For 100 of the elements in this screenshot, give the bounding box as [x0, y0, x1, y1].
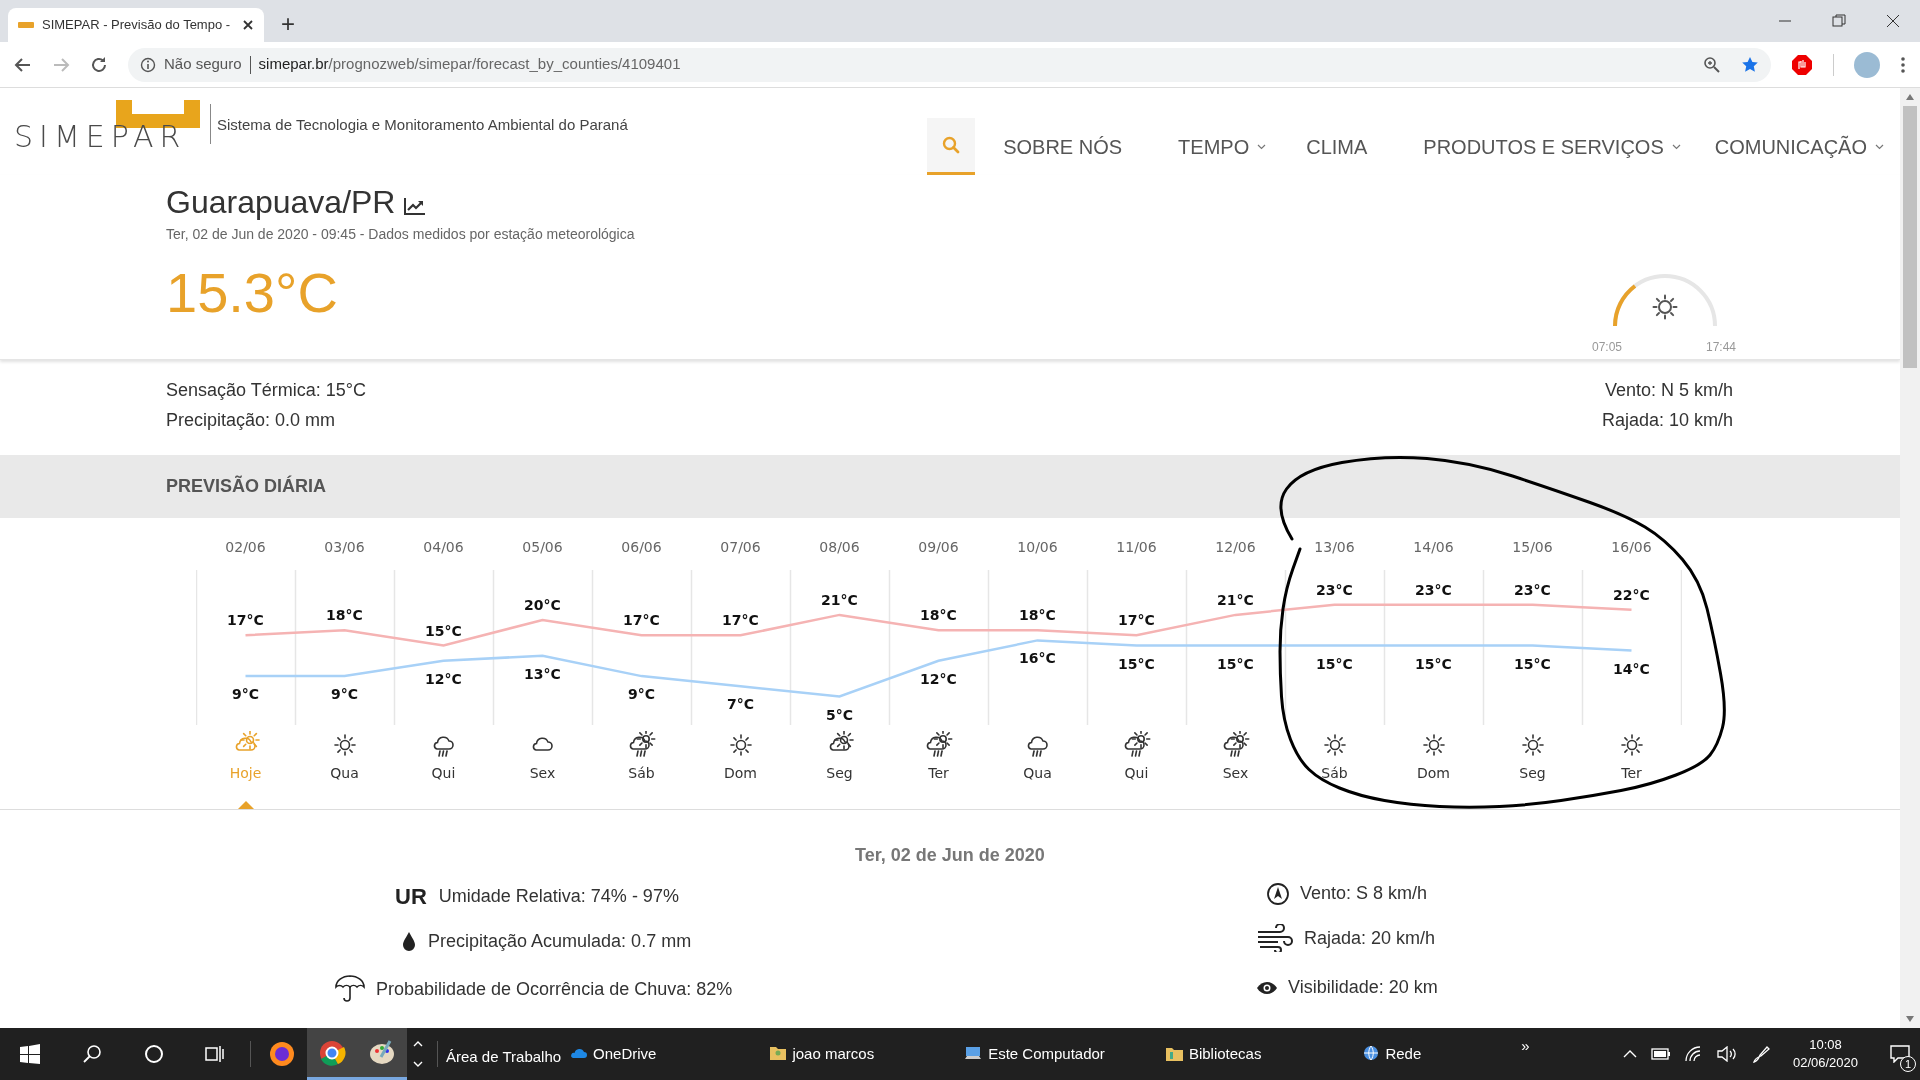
temperature-label: 23°C [1514, 581, 1551, 598]
info-icon[interactable] [140, 56, 156, 73]
zoom-icon[interactable] [1703, 55, 1721, 74]
selected-indicator-icon [237, 801, 254, 809]
day-tab[interactable]: Seg [790, 725, 889, 809]
date-label: 16/06 [1611, 539, 1652, 555]
chart-trend-icon[interactable] [403, 196, 428, 216]
day-tab[interactable]: Sex [1186, 725, 1285, 809]
sun-cloud-rain-icon [924, 731, 953, 759]
detail-text: Probabilidade de Ocorrência de Chuva: 82% [376, 977, 733, 1001]
day-tab[interactable]: Sáb [592, 725, 691, 809]
temperature-label: 17°C [1118, 612, 1155, 629]
reload-icon[interactable] [90, 55, 108, 74]
clock[interactable]: 10:08 02/06/2020 [1792, 1036, 1858, 1072]
temperature-label: 23°C [1316, 581, 1353, 598]
paint-icon [368, 1038, 396, 1067]
temperature-label: 23°C [1415, 581, 1452, 598]
temperature-label: 13°C [524, 665, 561, 682]
star-icon[interactable] [1741, 55, 1759, 74]
browser-tab[interactable]: SIMEPAR - Previsão do Tempo - [8, 8, 264, 42]
pen-icon[interactable] [1750, 1044, 1771, 1064]
chevron-up-icon[interactable] [1622, 1049, 1637, 1059]
day-tab[interactable]: Qui [1087, 725, 1186, 809]
nav-link[interactable]: SOBRE NÓS [1003, 118, 1123, 175]
date-label: 06/06 [621, 539, 662, 555]
circle-icon[interactable] [144, 1044, 164, 1064]
day-tab[interactable]: Sex [493, 725, 592, 809]
temperature-label: 15°C [1118, 655, 1155, 672]
close-icon[interactable] [242, 19, 254, 31]
toolbar-item[interactable]: Este Computador [964, 1042, 1105, 1066]
toolbar-item[interactable]: OneDrive [569, 1042, 657, 1066]
date-label: 04/06 [423, 539, 464, 555]
nav-link[interactable]: TEMPO [1178, 118, 1267, 175]
close-icon[interactable] [1886, 14, 1900, 28]
restore-icon[interactable] [1832, 14, 1846, 28]
day-tab[interactable]: Sáb [1285, 725, 1384, 809]
url-path: /prognozweb/simepar/forecast_by_counties/4109401 [328, 54, 681, 75]
battery-icon[interactable] [1650, 1048, 1671, 1060]
temperature-label: 7°C [727, 696, 754, 713]
temperature-label: 9°C [232, 686, 259, 703]
paint-button[interactable] [357, 1028, 407, 1080]
simepar-logo[interactable]: SIMEPAR [14, 100, 204, 148]
overflow-chevron[interactable]: » [1521, 1034, 1530, 1058]
detail-text: Umidade Relativa: 74% - 97% [438, 885, 679, 908]
temperature-label: 18°C [920, 607, 957, 624]
date-label: 14/06 [1413, 539, 1454, 555]
toolbar-item[interactable]: Rede [1361, 1042, 1422, 1066]
address-bar[interactable]: Não seguro simepar.br/prognozweb/simepar/forecast_by_counties/4109401 [128, 47, 1771, 82]
scrollbar-thumb[interactable] [1903, 106, 1917, 368]
date-label: 12/06 [1215, 539, 1256, 555]
notification-button[interactable]: 1 [1880, 1034, 1920, 1074]
temperature-label: 17°C [623, 612, 660, 629]
day-tab[interactable]: Dom [1384, 725, 1483, 809]
day-tab[interactable]: Qui [394, 725, 493, 809]
section-title: PREVISÃO DIÁRIA [166, 474, 327, 498]
nav-link[interactable]: CLIMA [1306, 118, 1368, 175]
temperature-label: 15°C [1514, 655, 1551, 672]
temperature-label: 15°C [1415, 655, 1452, 672]
scroll-up-icon[interactable] [413, 1041, 423, 1047]
day-tab[interactable]: Qua [988, 725, 1087, 809]
wind-icon [1256, 924, 1294, 952]
observation-info: Ter, 02 de Jun de 2020 - 09:45 - Dados medidos por estação meteorológica [166, 225, 636, 244]
date-label: 08/06 [819, 539, 860, 555]
day-tab[interactable]: Qua [295, 725, 394, 809]
scroll-down-icon[interactable] [413, 1061, 423, 1067]
condition-text: Precipitação: 0.0 mm [166, 409, 337, 432]
back-arrow-icon[interactable] [14, 55, 32, 74]
windows-start-icon[interactable] [20, 1044, 40, 1064]
chrome-button[interactable] [307, 1028, 357, 1080]
temperature-label: 15°C [1217, 655, 1254, 672]
temperature-label: 9°C [331, 686, 358, 703]
condition-text: Vento: N 5 km/h [1603, 379, 1733, 402]
day-tab[interactable]: Ter [1582, 725, 1681, 809]
detail-text: Rajada: 20 km/h [1304, 926, 1436, 950]
url-host: simepar.br [258, 54, 329, 75]
current-temperature: 15.3°C [166, 261, 338, 325]
chevron-down-icon [1257, 143, 1267, 150]
temperature-label: 15°C [1316, 655, 1353, 672]
nav-link[interactable]: COMUNICAÇÃO [1714, 118, 1884, 175]
detail-text: Precipitação Acumulada: 0.7 mm [428, 930, 692, 953]
day-tab[interactable]: Dom [691, 725, 790, 809]
umbrella-icon [334, 974, 366, 1004]
temperature-label: 12°C [425, 670, 462, 687]
date-label: 11/06 [1116, 539, 1157, 555]
site-tagline: Sistema de Tecnologia e Monitoramento Ambiental do Paraná [217, 114, 628, 135]
date-label: 03/06 [324, 539, 365, 555]
nav-link[interactable]: PRODUTOS E SERVIÇOS [1423, 118, 1681, 175]
task-view-icon[interactable] [204, 1044, 224, 1064]
speaker-icon[interactable] [1716, 1046, 1737, 1062]
sunset-time: 17:44 [1705, 339, 1736, 356]
toolbar-item[interactable]: joao marcos [768, 1042, 875, 1066]
search-icon[interactable] [82, 1044, 102, 1064]
notification-count: 1 [1900, 1056, 1916, 1072]
wifi-icon[interactable] [1684, 1046, 1703, 1062]
new-tab-button[interactable]: + [274, 10, 302, 38]
toolbar-item[interactable]: Bibliotecas [1164, 1042, 1262, 1066]
menu-icon[interactable] [1900, 55, 1906, 74]
day-tab[interactable]: Ter [889, 725, 988, 809]
temperature-label: 5°C [826, 706, 853, 723]
day-tab[interactable]: Seg [1483, 725, 1582, 809]
